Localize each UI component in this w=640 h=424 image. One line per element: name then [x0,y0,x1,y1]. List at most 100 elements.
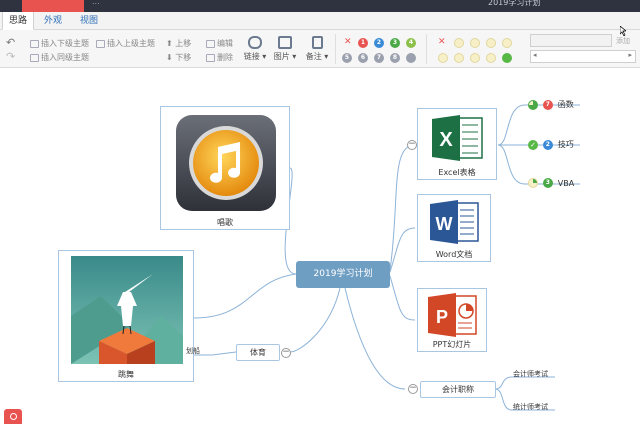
svg-text:P: P [436,307,448,327]
document-path: ... [92,0,100,6]
move-up-label: 上移 [175,39,192,48]
progress-3-icon[interactable] [502,38,512,48]
node-excel[interactable]: X Excel表格 [417,108,497,180]
collapse-accounting-icon[interactable]: − [408,384,418,394]
window-title: 2019学习计划 [488,0,541,7]
priority-2-icon[interactable]: 2 [374,38,384,48]
insert-sibling-label: 插入同级主题 [41,53,89,62]
progress-6-icon[interactable] [470,53,480,63]
node-word-label: Word文档 [435,250,473,259]
add-button[interactable]: 添加 [616,36,630,46]
progress-5-icon[interactable] [454,53,464,63]
ribbon-tabs: 思路 外观 视图 [0,12,640,30]
link-button[interactable]: 链接 ▾ [242,36,268,62]
progress-7-icon[interactable] [486,53,496,63]
link-icon [248,36,262,49]
link-label: 链接 [243,52,260,61]
leaf-rowing[interactable]: 划船 [186,346,200,356]
note-button[interactable]: 备注 ▾ [304,36,330,62]
node-func-label: 函数 [557,100,574,109]
root-node[interactable]: 2019学习计划 [296,261,390,288]
collapse-sport-icon[interactable]: − [281,348,291,358]
redo-icon[interactable]: ↷ [6,50,15,63]
search-input[interactable] [530,34,612,47]
progress-1-icon[interactable] [470,38,480,48]
node-ppt[interactable]: P PPT幻灯片 [417,288,487,352]
chevron-right-icon: ▸ [628,51,632,59]
progress-2-icon[interactable] [486,38,496,48]
insert-parent-icon [96,39,105,48]
tab-mindmap[interactable]: 思路 [2,12,35,30]
insert-child-icon [30,39,39,48]
priority-7-icon[interactable]: 7 [374,53,384,63]
remove-progress-icon[interactable]: ✕ [438,37,446,47]
note-label: 备注 [305,52,322,61]
excel-icon: X [432,115,483,161]
move-down-label: 下移 [175,53,192,62]
node-vba[interactable]: 3 VBA [528,178,574,189]
delete-label: 删除 [217,53,233,62]
priority-4-icon[interactable]: 4 [406,38,416,48]
node-tips[interactable]: ✓ 2 技巧 [528,139,574,150]
svg-text:W: W [436,214,453,234]
leaf-accountant-exam[interactable]: 会计师考试 [513,369,548,379]
edit-label: 编辑 [217,39,233,48]
document-tab[interactable] [22,0,84,12]
node-sing-label: 唱歌 [217,218,233,227]
insert-parent-button[interactable]: 插入上级主题 [96,38,155,49]
node-tips-label: 技巧 [557,140,574,149]
priority-7-icon: 7 [542,99,553,110]
node-word[interactable]: W Word文档 [417,194,491,262]
node-sport[interactable]: 体育 [236,344,280,361]
link-dance [193,273,297,319]
priority-6-icon[interactable]: 6 [358,53,368,63]
tab-appearance[interactable]: 外观 [38,12,68,30]
toolbar-divider [426,34,427,64]
mouse-cursor-icon [620,26,626,36]
powerpoint-icon: P [428,293,477,337]
music-app-icon [176,115,276,211]
node-sing[interactable]: 唱歌 [160,106,290,230]
progress-75-icon [528,99,538,110]
priority-3-icon[interactable]: 3 [390,38,400,48]
image-button[interactable]: 图片 ▾ [272,36,298,62]
progress-25-icon [528,178,538,188]
move-down-button[interactable]: ⬇ 下移 [166,52,191,63]
priority-1-icon[interactable]: 1 [358,38,368,48]
insert-parent-label: 插入上级主题 [107,39,155,48]
image-icon [278,36,292,49]
priority-5-icon[interactable]: 5 [342,53,352,63]
node-dance[interactable]: 跳舞 [58,250,194,382]
node-func[interactable]: 7 函数 [528,99,574,110]
insert-sibling-button[interactable]: 插入同级主题 [30,52,89,63]
insert-sibling-icon [30,53,39,62]
remove-priority-icon[interactable]: ✕ [344,37,352,47]
priority-3-icon: 3 [542,178,553,188]
delete-button[interactable]: 删除 [206,52,233,63]
node-ppt-label: PPT幻灯片 [432,340,472,349]
style-dropdown[interactable]: ◂ ▸ [530,50,636,63]
move-up-button[interactable]: ⬆ 上移 [166,38,191,49]
collapse-excel-icon[interactable]: − [407,140,417,150]
progress-done-icon[interactable] [502,53,512,63]
leaf-statistician-exam[interactable]: 统计师考试 [513,402,548,412]
progress-4-icon[interactable] [438,53,448,63]
node-dance-label: 跳舞 [118,370,134,379]
priority-8-icon[interactable]: 8 [390,53,400,63]
tab-view[interactable]: 视图 [74,12,104,30]
edit-button[interactable]: 编辑 [206,38,233,49]
undo-icon[interactable]: ↶ [6,36,15,49]
link-accounting [344,287,406,390]
link-sport [289,287,341,353]
priority-more-icon[interactable] [406,53,416,63]
node-excel-label: Excel表格 [438,168,476,177]
insert-child-button[interactable]: 插入下级主题 [30,38,89,49]
image-label: 图片 [273,52,290,61]
node-accounting[interactable]: 会计职称 [420,381,496,398]
floating-action-button[interactable] [4,409,22,424]
note-icon [311,36,323,49]
node-vba-label: VBA [557,178,575,188]
progress-0-icon[interactable] [454,38,464,48]
title-bar: ... 2019学习计划 [0,0,640,12]
target-icon [9,413,17,420]
